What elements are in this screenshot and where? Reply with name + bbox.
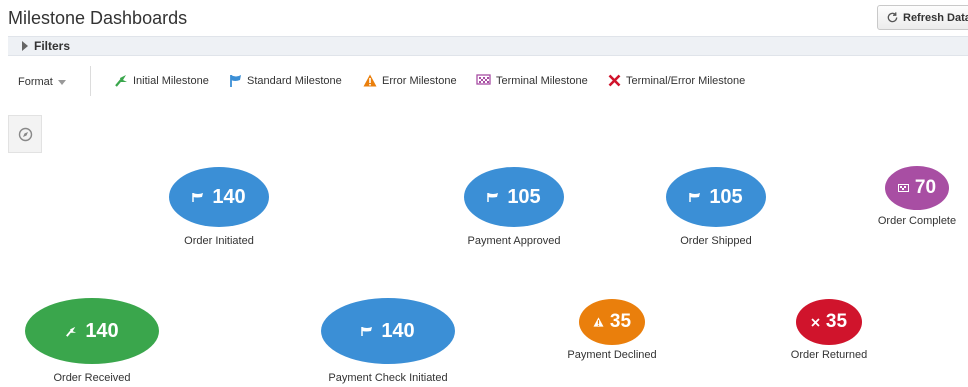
- flag-icon: [689, 192, 701, 202]
- milestone-label: Order Returned: [790, 349, 868, 361]
- compass-icon: [18, 127, 32, 141]
- milestone-count: 140: [381, 319, 415, 342]
- milestone-label: Payment Declined: [567, 349, 657, 361]
- milestone-label: Order Received: [53, 372, 131, 384]
- legend-label: Terminal/Error Milestone: [626, 74, 746, 87]
- milestone-bubble[interactable]: 140: [25, 298, 159, 364]
- initial-milestone-icon: [66, 326, 77, 337]
- milestone-order-initiated[interactable]: 140 Order Initiated: [169, 167, 269, 247]
- format-label: Format: [18, 76, 53, 88]
- milestone-count: 105: [507, 185, 541, 208]
- flag-icon: [361, 326, 373, 336]
- milestone-count: 35: [825, 311, 848, 332]
- legend-error-milestone: Error Milestone: [363, 74, 457, 87]
- flag-icon: [192, 192, 204, 202]
- milestone-bubble[interactable]: 70: [885, 166, 949, 210]
- milestone-label: Order Initiated: [184, 235, 254, 247]
- milestone-bubble[interactable]: 140: [321, 298, 455, 364]
- initial-milestone-icon: [115, 75, 127, 87]
- refresh-icon: [887, 12, 898, 23]
- expand-triangle-icon: [22, 41, 28, 51]
- legend-terminal-milestone: Terminal Milestone: [476, 74, 588, 87]
- checkered-flag-icon: [476, 74, 491, 85]
- filters-toggle[interactable]: Filters: [8, 36, 968, 56]
- milestone-count: 105: [709, 185, 743, 208]
- milestone-payment-check-initiated[interactable]: 140 Payment Check Initiated: [321, 298, 455, 384]
- refresh-data-label: Refresh Data: [903, 11, 968, 24]
- flag-icon: [487, 192, 499, 202]
- milestone-label: Order Complete: [877, 215, 957, 227]
- milestone-bubble[interactable]: 105: [666, 167, 766, 227]
- legend-label: Error Milestone: [382, 74, 457, 87]
- legend-initial-milestone: Initial Milestone: [114, 74, 209, 87]
- page-title: Milestone Dashboards: [8, 8, 188, 28]
- milestone-count: 35: [609, 311, 632, 332]
- checkered-flag-icon: [897, 183, 909, 192]
- milestone-label: Payment Approved: [467, 235, 561, 247]
- warning-triangle-icon: [593, 317, 604, 327]
- x-icon: [811, 317, 820, 327]
- milestone-count: 140: [212, 185, 246, 208]
- legend-label: Standard Milestone: [247, 75, 342, 87]
- legend-label: Terminal Milestone: [496, 74, 588, 87]
- x-icon: [608, 74, 621, 87]
- standard-milestone-flag-icon: [230, 75, 241, 87]
- milestone-bubble[interactable]: 140: [169, 167, 269, 227]
- filters-label: Filters: [34, 39, 71, 53]
- milestone-bubble[interactable]: 35: [579, 299, 645, 345]
- legend-label: Initial Milestone: [133, 74, 209, 87]
- refresh-data-button[interactable]: Refresh Data: [877, 5, 968, 30]
- format-menu[interactable]: Format: [18, 76, 66, 88]
- milestone-order-received[interactable]: 140 Order Received: [25, 298, 159, 384]
- milestone-order-returned[interactable]: 35 Order Returned: [784, 299, 874, 361]
- legend-standard-milestone: Standard Milestone: [229, 74, 342, 88]
- navigate-button[interactable]: [8, 115, 42, 153]
- milestone-payment-declined[interactable]: 35 Payment Declined: [567, 299, 657, 361]
- milestone-count: 70: [914, 177, 937, 198]
- legend-toolbar: Format Initial Milestone Standard Milest…: [0, 66, 968, 96]
- dropdown-caret-icon: [57, 79, 66, 85]
- warning-triangle-icon: [363, 74, 377, 87]
- separator: [90, 66, 91, 96]
- legend-terminal-error-milestone: Terminal/Error Milestone: [608, 74, 745, 87]
- milestone-label: Order Shipped: [680, 235, 752, 247]
- milestone-order-complete[interactable]: 70 Order Complete: [872, 166, 962, 227]
- milestone-count: 140: [85, 319, 119, 342]
- milestone-payment-approved[interactable]: 105 Payment Approved: [464, 167, 564, 247]
- milestone-bubble[interactable]: 35: [796, 299, 862, 345]
- milestone-bubble[interactable]: 105: [464, 167, 564, 227]
- milestone-order-shipped[interactable]: 105 Order Shipped: [666, 167, 766, 247]
- milestone-label: Payment Check Initiated: [328, 372, 448, 384]
